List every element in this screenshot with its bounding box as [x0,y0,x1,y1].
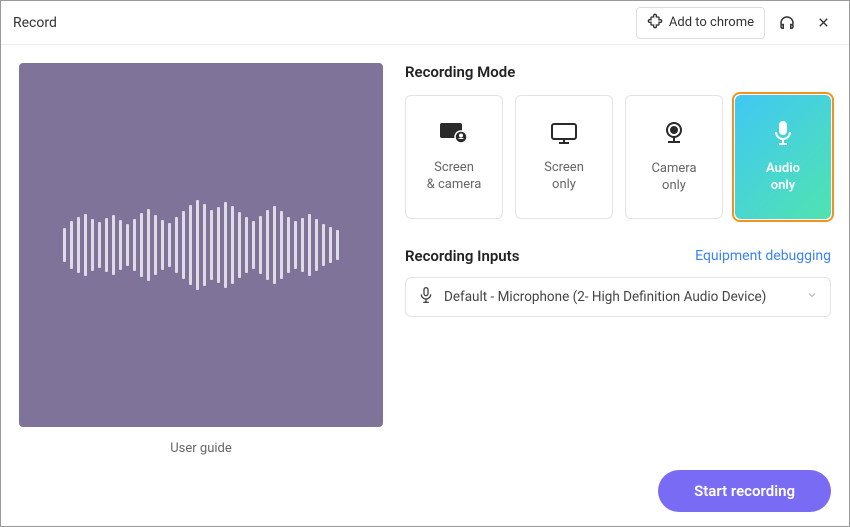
recording-mode-title: Recording Mode [405,63,831,81]
record-window: Record Add to chrome [0,0,850,527]
mode-label: Screen & camera [427,160,482,193]
mode-screen-only[interactable]: Screen only [515,95,613,219]
mode-label: Screen only [544,160,584,193]
add-to-chrome-label: Add to chrome [669,15,754,30]
screen-camera-icon [439,121,469,150]
equipment-debugging-link[interactable]: Equipment debugging [695,248,831,264]
mode-camera-only[interactable]: Camera only [625,95,723,219]
headset-button[interactable] [773,9,801,37]
mode-label: Camera only [651,161,696,194]
add-to-chrome-button[interactable]: Add to chrome [636,7,765,39]
mode-screen-camera[interactable]: Screen & camera [405,95,503,219]
body: User guide Recording Mode Screen [1,45,849,456]
microphone-icon [771,120,795,151]
footer: Start recording [1,456,849,526]
inputs-header: Recording Inputs Equipment debugging [405,247,831,265]
recording-inputs-title: Recording Inputs [405,247,519,265]
screen-icon [550,121,578,150]
audio-preview [19,63,383,427]
mode-audio-only[interactable]: Audio only [735,95,831,219]
start-recording-button[interactable]: Start recording [658,470,831,512]
left-column: User guide [19,63,383,456]
mode-list: Screen & camera Screen only [405,95,831,219]
microphone-value: Default - Microphone (2- High Definition… [444,289,796,305]
waveform-icon [63,200,339,290]
camera-icon [661,120,687,151]
microphone-select[interactable]: Default - Microphone (2- High Definition… [405,277,831,317]
mode-label: Audio only [766,161,800,194]
window-title: Record [13,15,57,31]
close-button[interactable] [809,9,837,37]
right-column: Recording Mode Screen & camera [405,63,831,456]
chevron-down-icon [806,289,818,305]
microphone-icon [418,286,434,308]
user-guide-link[interactable]: User guide [19,441,383,456]
titlebar: Record Add to chrome [1,1,849,45]
extension-icon [647,13,663,33]
selection-highlight [732,92,834,222]
